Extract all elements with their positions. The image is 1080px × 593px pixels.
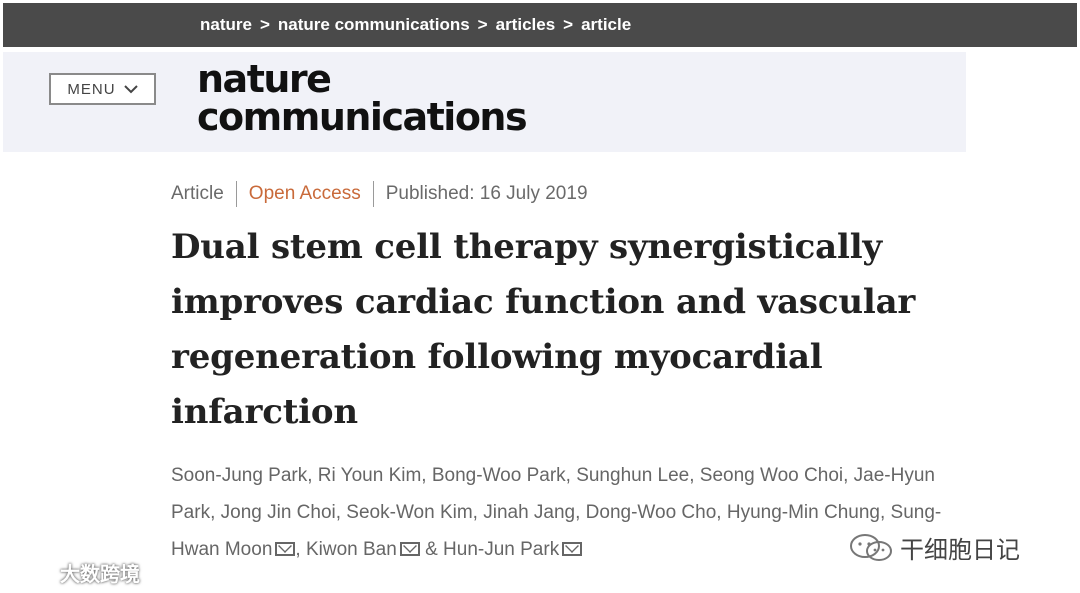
authors-text[interactable]: & Hun-Jun Park xyxy=(420,539,559,560)
published-date: Published: 16 July 2019 xyxy=(385,183,588,204)
meta-divider xyxy=(372,181,374,207)
watermark-left: 大数跨境 xyxy=(10,558,140,587)
breadcrumb-nature[interactable]: nature xyxy=(200,15,252,35)
breadcrumb-articles[interactable]: articles xyxy=(496,15,556,35)
watermark-left-text: 大数跨境 xyxy=(60,564,140,586)
top-bar: nature > nature communications > article… xyxy=(3,3,1077,47)
watermark-right: 干细胞日记 xyxy=(848,530,1020,565)
breadcrumb-separator: > xyxy=(563,15,574,34)
email-icon[interactable] xyxy=(275,542,296,556)
journal-logo[interactable]: nature communications xyxy=(197,57,528,139)
breadcrumb-article[interactable]: article xyxy=(581,15,631,35)
breadcrumb-nature-communications[interactable]: nature communications xyxy=(278,15,470,35)
email-icon[interactable] xyxy=(399,542,420,556)
logo-line-communications: communications xyxy=(197,95,528,139)
meta-divider xyxy=(235,181,237,207)
menu-label: MENU xyxy=(67,80,116,98)
menu-button[interactable]: MENU xyxy=(49,73,156,105)
article-meta: Article Open Access Published: 16 July 2… xyxy=(171,181,588,207)
article-type: Article xyxy=(171,183,224,204)
email-icon[interactable] xyxy=(562,542,583,556)
breadcrumb-separator: > xyxy=(477,15,488,34)
article-title: Dual stem cell therapy synergistically i… xyxy=(171,227,916,432)
breadcrumb-separator: > xyxy=(259,15,270,34)
wechat-icon xyxy=(850,533,892,561)
watermark-right-text: 干细胞日记 xyxy=(900,537,1020,564)
watermark-logo-icon xyxy=(10,563,53,581)
authors-text[interactable]: , Kiwon Ban xyxy=(295,539,396,560)
breadcrumb: nature > nature communications > article… xyxy=(200,15,631,35)
logo-line-nature: nature xyxy=(197,57,332,101)
open-access-badge: Open Access xyxy=(248,183,361,204)
chevron-down-icon xyxy=(123,85,138,94)
